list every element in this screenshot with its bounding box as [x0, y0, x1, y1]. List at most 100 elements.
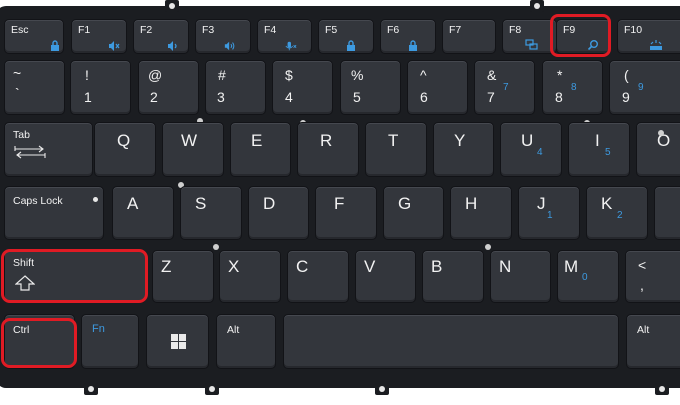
key-3[interactable]: # 3	[205, 60, 266, 115]
key-9[interactable]: ( 9 9	[609, 60, 680, 115]
key-f[interactable]: F	[315, 186, 377, 240]
key-4[interactable]: $ 4	[272, 60, 333, 115]
key-label-shift: %	[351, 67, 364, 83]
key-label: F4	[264, 24, 277, 36]
key-t[interactable]: T	[365, 122, 427, 177]
key-label-shift: (	[624, 67, 629, 83]
key-label: `	[15, 85, 20, 101]
key-n[interactable]: N	[490, 250, 551, 303]
key-f2[interactable]: F2	[133, 19, 189, 54]
key-f8[interactable]: F8	[502, 19, 557, 54]
key-f6[interactable]: F6	[380, 19, 436, 54]
key-1[interactable]: ! 1	[70, 60, 131, 115]
key-label: F8	[509, 24, 522, 36]
key-z[interactable]: Z	[152, 250, 214, 303]
key-a[interactable]: A	[112, 186, 174, 240]
key-label: S	[195, 194, 207, 213]
key-label: 3	[217, 89, 225, 105]
key-label: Fn	[92, 323, 105, 335]
key-label: U	[521, 131, 534, 150]
key-7[interactable]: & 7 7	[474, 60, 535, 115]
key-esc[interactable]: Esc	[4, 19, 64, 54]
key-i[interactable]: I 5	[568, 122, 630, 177]
key-label: 6	[420, 89, 428, 105]
key-k[interactable]: K 2	[586, 186, 648, 240]
key-w[interactable]: W	[162, 122, 224, 177]
key-l[interactable]	[654, 186, 680, 240]
key-f3[interactable]: F3	[195, 19, 251, 54]
key-c[interactable]: C	[287, 250, 349, 303]
tab-arrows-icon	[14, 145, 46, 159]
mounting-tab	[530, 0, 544, 12]
key-space[interactable]	[283, 314, 619, 369]
key-label-shift: @	[148, 67, 163, 83]
mounting-tab	[165, 0, 179, 12]
key-fn[interactable]: Fn	[81, 314, 139, 369]
key-g[interactable]: G	[383, 186, 444, 240]
key-label: Caps Lock	[13, 195, 63, 207]
mounting-tab	[375, 383, 389, 395]
lock-icon	[51, 40, 59, 51]
key-j[interactable]: J 1	[518, 186, 580, 240]
keyboard-photo: Esc F1 F2 F3 F4 F5 F6 F7 F8 F 9 F10 ~ ` !…	[0, 0, 680, 405]
key-label: 9	[622, 89, 630, 105]
key-label: F3	[202, 24, 215, 36]
key-d[interactable]: D	[248, 186, 309, 240]
mounting-tab	[205, 383, 219, 395]
numpad-label: 8	[571, 82, 577, 93]
key-alt-right[interactable]: Alt	[626, 314, 680, 369]
key-f10[interactable]: F10	[617, 19, 680, 54]
key-s[interactable]: S	[180, 186, 242, 240]
key-label: V	[364, 257, 376, 276]
key-label-shift: <	[638, 257, 647, 273]
key-label: ,	[640, 277, 644, 293]
numpad-label: 7	[503, 82, 509, 93]
key-y[interactable]: Y	[433, 122, 494, 177]
mounting-bump	[485, 244, 491, 250]
key-label: T	[388, 131, 399, 150]
highlight-shift	[1, 249, 148, 303]
key-label: F10	[624, 24, 643, 36]
key-label: Y	[454, 131, 466, 150]
key-comma[interactable]: < ,	[625, 250, 680, 303]
key-f5[interactable]: F5	[318, 19, 374, 54]
key-f1[interactable]: F1	[71, 19, 127, 54]
key-label: Esc	[11, 24, 29, 36]
key-x[interactable]: X	[219, 250, 281, 303]
key-r[interactable]: R	[297, 122, 359, 177]
key-label-shift: !	[85, 67, 89, 83]
key-label-shift: $	[285, 67, 293, 83]
key-f7[interactable]: F7	[442, 19, 496, 54]
key-label: D	[263, 194, 276, 213]
key-m[interactable]: M 0	[557, 250, 619, 303]
key-backtick[interactable]: ~ `	[4, 60, 65, 115]
key-v[interactable]: V	[355, 250, 416, 303]
key-windows[interactable]	[146, 314, 209, 369]
highlight-f9	[550, 14, 611, 57]
key-tab[interactable]: Tab	[4, 122, 93, 177]
scroll-lock-icon	[409, 40, 417, 51]
key-alt-left[interactable]: Alt	[216, 314, 276, 369]
key-e[interactable]: E	[230, 122, 291, 177]
key-u[interactable]: U 4	[500, 122, 562, 177]
key-label: J	[537, 194, 546, 213]
key-label: I	[595, 131, 600, 150]
key-6[interactable]: ^ 6	[407, 60, 468, 115]
numpad-label: 4	[537, 147, 543, 158]
mounting-bump	[658, 130, 664, 136]
key-label: F5	[325, 24, 338, 36]
key-8[interactable]: * 8 8	[542, 60, 603, 115]
key-caps-lock[interactable]: Caps Lock	[4, 186, 104, 240]
key-label: 7	[487, 89, 495, 105]
key-label: N	[499, 257, 512, 276]
key-5[interactable]: % 5	[340, 60, 401, 115]
highlight-ctrl	[1, 318, 77, 368]
key-2[interactable]: @ 2	[138, 60, 199, 115]
key-f4[interactable]: F4	[257, 19, 312, 54]
key-label: X	[228, 257, 240, 276]
key-b[interactable]: B	[422, 250, 484, 303]
key-label-shift: ~	[13, 65, 22, 81]
key-h[interactable]: H	[450, 186, 512, 240]
key-label: E	[251, 131, 263, 150]
key-q[interactable]: Q	[94, 122, 156, 177]
